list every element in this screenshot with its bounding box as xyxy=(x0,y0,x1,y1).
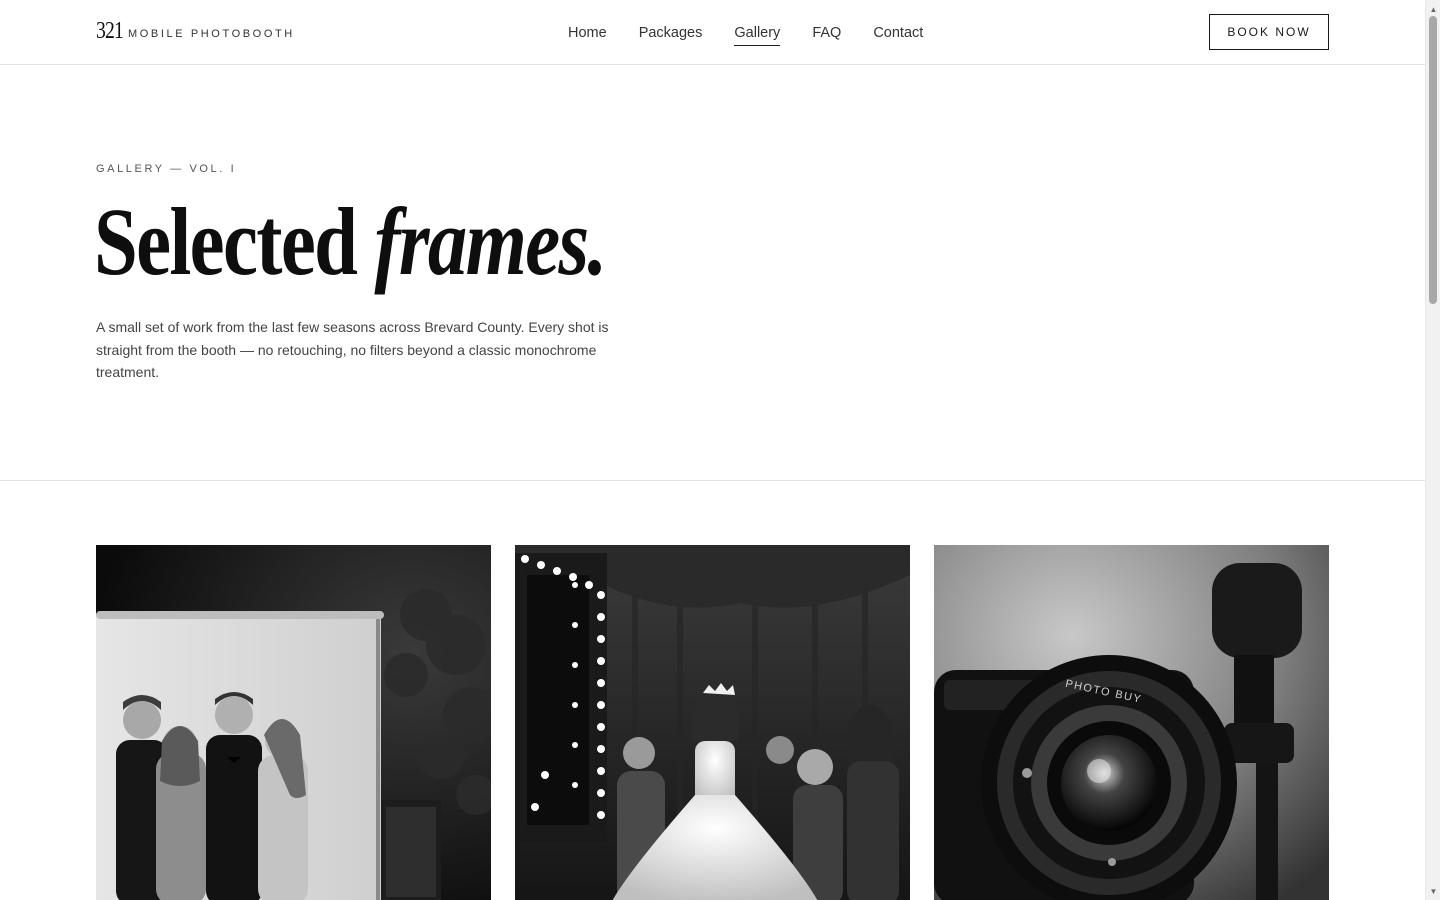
page: 321 MOBILE PHOTOBOOTH Home Packages Gall… xyxy=(0,0,1425,900)
scrollbar-thumb[interactable] xyxy=(1429,16,1437,304)
logo[interactable]: 321 MOBILE PHOTOBOOTH xyxy=(96,18,295,45)
title-italic: frames. xyxy=(374,188,607,295)
nav-gallery[interactable]: Gallery xyxy=(734,24,780,46)
photo-guests-image xyxy=(96,545,491,900)
main-nav: Home Packages Gallery FAQ Contact xyxy=(568,24,955,46)
site-header: 321 MOBILE PHOTOBOOTH Home Packages Gall… xyxy=(0,0,1425,65)
gallery-grid: PHOTO BUY xyxy=(96,545,1329,900)
nav-packages[interactable]: Packages xyxy=(639,24,703,46)
intro-paragraph: A small set of work from the last few se… xyxy=(96,319,609,380)
vertical-scrollbar[interactable]: ▲ ▼ xyxy=(1425,0,1440,900)
photo-camera-image: PHOTO BUY xyxy=(934,545,1329,900)
logo-mark: 321 xyxy=(96,18,124,44)
gallery-photo-guests[interactable] xyxy=(96,545,491,900)
book-now-button[interactable]: BOOK NOW xyxy=(1209,14,1329,50)
page-title: Selected frames. xyxy=(94,192,607,292)
gallery-photo-camera[interactable]: PHOTO BUY xyxy=(934,545,1329,900)
gallery-photo-quinceanera[interactable] xyxy=(515,545,910,900)
nav-home[interactable]: Home xyxy=(568,24,607,46)
scroll-up-icon[interactable]: ▲ xyxy=(1426,2,1440,16)
photo-quinceanera-image xyxy=(515,545,910,900)
logo-text: MOBILE PHOTOBOOTH xyxy=(128,28,295,40)
nav-contact[interactable]: Contact xyxy=(873,24,923,46)
eyebrow: GALLERY — VOL. I xyxy=(96,163,237,175)
title-roman: Selected xyxy=(94,188,375,295)
section-divider xyxy=(0,480,1425,481)
nav-faq[interactable]: FAQ xyxy=(812,24,841,46)
scroll-down-icon[interactable]: ▼ xyxy=(1426,884,1440,898)
